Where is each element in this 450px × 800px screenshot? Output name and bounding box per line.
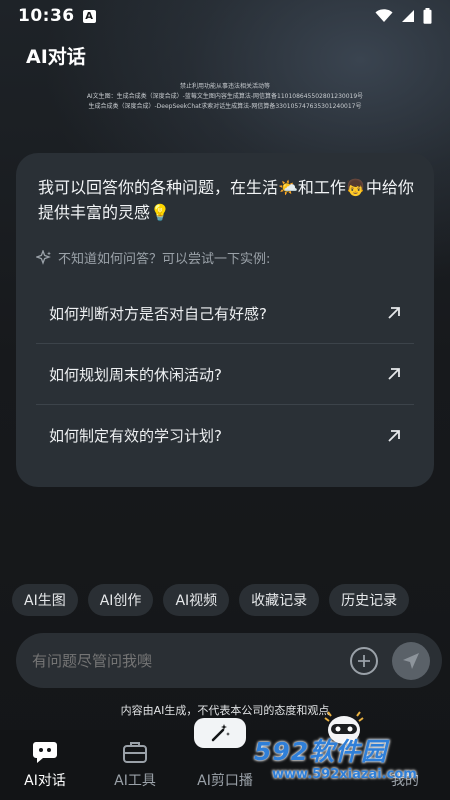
page-title: AI对话 [26, 46, 86, 68]
plus-icon [358, 654, 370, 667]
toolbox-icon [122, 740, 148, 764]
example-question-3[interactable]: 如何制定有效的学习计划? [36, 405, 414, 466]
example-hint: 不知道如何问答？可以尝试一下实例: [36, 248, 270, 267]
welcome-card: 我可以回答你的各种问题，在生活🌤️和工作👦中给你提供丰富的灵感💡 不知道如何问答… [16, 153, 434, 487]
tab-ai-chat[interactable]: AI对话 [0, 730, 90, 800]
tab-profile[interactable]: 我的 [360, 730, 450, 800]
tab-label: AI剪口播 [197, 773, 253, 789]
status-bar: 10:36 A [0, 0, 450, 32]
cell-signal-icon [402, 10, 414, 22]
status-indicators [375, 8, 432, 24]
tab-ai-tools[interactable]: AI工具 [90, 730, 180, 800]
magic-wand-icon [211, 724, 230, 742]
notice-line-2: AI文生图：生成合成类（深度合成）-蓝莓文生图内容生成算法-网信算备110108… [86, 93, 364, 100]
ai-clip-fab[interactable] [194, 718, 246, 748]
tab-label: AI对话 [24, 773, 66, 789]
chip-favorites[interactable]: 收藏记录 [239, 584, 320, 616]
quick-action-chips: AI生图 AI创作 AI视频 收藏记录 历史记录 [12, 584, 410, 616]
chip-ai-image[interactable]: AI生图 [12, 584, 78, 616]
send-icon [403, 652, 419, 669]
add-attachment-button[interactable] [350, 646, 378, 675]
regulatory-notice: 禁止利用功能从事违法相关活动等 AI文生图：生成合成类（深度合成）-蓝莓文生图内… [0, 82, 450, 112]
status-time: 10:36 [18, 6, 75, 26]
tab-label: 我的 [391, 773, 419, 789]
notice-line-1: 禁止利用功能从事违法相关活动等 [179, 83, 270, 90]
example-question-list: 如何判断对方是否对自己有好感? 如何规划周末的休闲活动? 如何制定有效的学习计划… [36, 283, 414, 466]
chat-input[interactable] [32, 651, 350, 670]
hint-text: 不知道如何问答？可以尝试一下实例: [58, 252, 271, 267]
send-button[interactable] [392, 641, 430, 680]
sparkle-icon [36, 249, 51, 265]
mascot-illustration [324, 711, 364, 744]
example-question-1[interactable]: 如何判断对方是否对自己有好感? [36, 283, 414, 344]
battery-icon [423, 8, 432, 24]
notification-badge: A [82, 9, 96, 23]
example-question-2[interactable]: 如何规划周末的休闲活动? [36, 344, 414, 405]
tab-label: AI工具 [114, 773, 156, 789]
chip-ai-video[interactable]: AI视频 [163, 584, 230, 616]
welcome-message: 我可以回答你的各种问题，在生活🌤️和工作👦中给你提供丰富的灵感💡 [38, 178, 414, 222]
chat-input-bar [16, 633, 442, 688]
question-text: 如何规划周末的休闲活动? [49, 365, 222, 384]
question-text: 如何制定有效的学习计划? [49, 427, 222, 445]
arrow-up-right-icon [388, 307, 400, 319]
ai-disclaimer: 内容由AI生成，不代表本公司的态度和观点 [120, 704, 330, 717]
wifi-icon [375, 9, 393, 22]
arrow-up-right-icon [388, 429, 400, 442]
chip-history[interactable]: 历史记录 [329, 584, 410, 616]
chip-ai-create[interactable]: AI创作 [87, 584, 154, 616]
question-text: 如何判断对方是否对自己有好感? [49, 304, 267, 323]
notice-line-3: 生成合成类（深度合成）-DeepSeekChat求索对话生成算法-网信算备330… [88, 103, 362, 110]
chat-bubble-icon [32, 740, 58, 764]
arrow-up-right-icon [388, 368, 400, 380]
